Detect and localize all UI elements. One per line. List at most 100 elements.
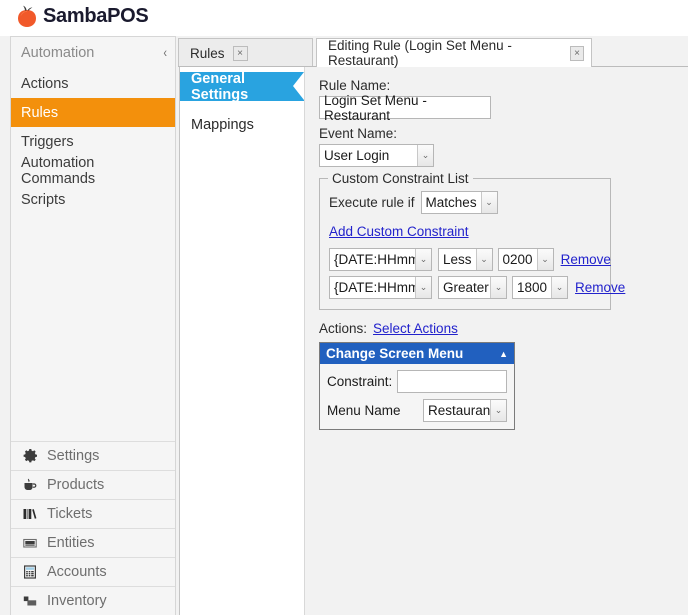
sidebar-section-title: Automation [21, 45, 95, 61]
constraint-operator-value: Less [443, 252, 472, 267]
app-logo: SambaPOS [16, 4, 149, 28]
sidebar-item-label: Scripts [21, 191, 66, 208]
sidebar-item-actions[interactable]: Actions [11, 69, 175, 98]
action-constraint-row: Constraint: [327, 370, 507, 393]
constraint-field-value: {DATE:HHmm} [334, 280, 415, 295]
constraint-value-dropdown[interactable]: 0200 ⌄ [497, 248, 554, 271]
sidebar-item-automation-commands[interactable]: Automation Commands [11, 154, 175, 187]
sidebar-item-scripts[interactable]: Scripts [11, 185, 175, 214]
sidebar-item-accounts[interactable]: Accounts [11, 557, 175, 586]
actions-label: Actions: [319, 321, 368, 336]
constraint-field-value: {DATE:HHmm} [334, 252, 415, 267]
remove-constraint-link[interactable]: Remove [575, 280, 625, 295]
remove-constraint-link[interactable]: Remove [561, 252, 611, 267]
sambapos-tomato-icon [16, 4, 38, 28]
boxes-icon [21, 592, 39, 610]
chevron-down-icon[interactable]: ⌄ [417, 145, 433, 166]
sidebar-nav-label: Products [47, 477, 105, 493]
rule-name-label: Rule Name: [319, 78, 391, 93]
actions-header-row: Actions: Select Actions [319, 321, 688, 336]
close-icon[interactable]: × [570, 45, 584, 61]
close-icon[interactable]: × [232, 45, 248, 61]
tab-label: Editing Rule (Login Set Menu - Restauran… [328, 38, 512, 68]
settings-nav-panel: General Settings Mappings [179, 67, 305, 615]
subnav-label: General Settings [191, 70, 249, 103]
chevron-down-icon[interactable]: ⌄ [536, 249, 553, 270]
action-menu-name-label: Menu Name [327, 403, 401, 418]
books-icon [21, 505, 39, 523]
tab-rules[interactable]: Rules × [178, 38, 313, 67]
group-title: Custom Constraint List [328, 171, 473, 186]
sidebar-item-label: Rules [21, 104, 59, 121]
select-actions-link[interactable]: Select Actions [373, 321, 458, 336]
chevron-down-icon[interactable]: ⌄ [415, 249, 431, 270]
coffee-cup-icon [21, 476, 39, 494]
execute-rule-row: Execute rule if Matches ⌄ [329, 191, 601, 214]
constraint-operator-dropdown[interactable]: Greater ⌄ [438, 276, 507, 299]
event-name-label: Event Name: [319, 126, 398, 141]
execute-rule-dropdown[interactable]: Matches ⌄ [420, 191, 498, 214]
app-window: SambaPOS Automation ‹ Actions Rules Trig… [0, 0, 688, 615]
action-constraint-input[interactable] [397, 370, 507, 393]
sidebar-item-tickets[interactable]: Tickets [11, 499, 175, 528]
event-name-value: User Login [324, 148, 390, 163]
action-menu-name-dropdown[interactable]: Restaurant ⌄ [423, 399, 507, 422]
constraint-value-text: 0200 [502, 252, 533, 267]
action-constraint-label: Constraint: [327, 374, 393, 389]
sidebar-item-label: Actions [21, 75, 69, 92]
event-name-dropdown[interactable]: User Login ⌄ [319, 144, 434, 167]
calculator-icon [21, 563, 39, 581]
chevron-up-icon[interactable]: ▲ [499, 349, 508, 359]
rule-name-value: Login Set Menu - Restaurant [324, 92, 427, 123]
tab-general-settings[interactable]: General Settings [180, 70, 304, 103]
sidebar-item-inventory[interactable]: Inventory [11, 586, 175, 615]
left-sidebar: Automation ‹ Actions Rules Triggers Auto… [10, 36, 176, 615]
sidebar-item-triggers[interactable]: Triggers [11, 127, 175, 156]
constraint-field-dropdown[interactable]: {DATE:HHmm} ⌄ [329, 248, 432, 271]
sidebar-nav-label: Accounts [47, 564, 107, 580]
constraint-row: {DATE:HHmm} ⌄ Less ⌄ 0200 ⌄ Remove [329, 248, 611, 271]
constraint-operator-dropdown[interactable]: Less ⌄ [438, 248, 493, 271]
chevron-down-icon[interactable]: ⌄ [551, 277, 568, 298]
chevron-left-icon[interactable]: ‹ [163, 46, 167, 61]
sidebar-nav-label: Tickets [47, 506, 93, 522]
app-title: SambaPOS [43, 5, 149, 27]
custom-constraint-list-group: Custom Constraint List Execute rule if M… [319, 171, 625, 310]
rule-name-input[interactable]: Login Set Menu - Restaurant [319, 93, 491, 123]
constraint-row: {DATE:HHmm} ⌄ Greater ⌄ 1800 ⌄ Remove [329, 276, 625, 299]
subnav-label: Mappings [191, 116, 254, 133]
sidebar-section-header: Automation ‹ [11, 37, 175, 69]
action-menu-name-value: Restaurant [428, 403, 490, 418]
tab-strip: Rules × Editing Rule (Login Set Menu - R… [178, 38, 688, 68]
tab-editing-rule[interactable]: Editing Rule (Login Set Menu - Restauran… [316, 38, 592, 68]
tab-mappings[interactable]: Mappings [180, 110, 304, 139]
sidebar-item-entities[interactable]: Entities [11, 528, 175, 557]
gear-icon [21, 447, 39, 465]
sidebar-item-rules[interactable]: Rules [11, 98, 175, 127]
action-menu-name-row: Menu Name Restaurant ⌄ [327, 399, 507, 422]
sidebar-item-label: Triggers [21, 133, 74, 150]
constraint-field-dropdown[interactable]: {DATE:HHmm} ⌄ [329, 276, 432, 299]
chevron-down-icon[interactable]: ⌄ [490, 400, 506, 421]
chevron-down-icon[interactable]: ⌄ [490, 277, 506, 298]
action-card-title: Change Screen Menu [326, 346, 464, 361]
action-card-body: Constraint: Menu Name Restaurant ⌄ [320, 364, 514, 429]
constraint-value-text: 1800 [517, 280, 548, 295]
chevron-down-icon[interactable]: ⌄ [475, 249, 492, 270]
constraint-value-dropdown[interactable]: 1800 ⌄ [512, 276, 569, 299]
sidebar-item-settings[interactable]: Settings [11, 441, 175, 470]
execute-rule-label: Execute rule if [329, 195, 415, 210]
sidebar-item-products[interactable]: Products [11, 470, 175, 499]
add-custom-constraint-link[interactable]: Add Custom Constraint [329, 224, 469, 239]
chevron-down-icon[interactable]: ⌄ [480, 192, 497, 213]
action-card-change-screen-menu: Change Screen Menu ▲ Constraint: Menu Na… [319, 342, 515, 430]
constraint-operator-value: Greater [443, 280, 489, 295]
app-header: SambaPOS [0, 0, 688, 36]
sidebar-nav-label: Inventory [47, 593, 107, 609]
sidebar-nav-label: Entities [47, 535, 95, 551]
chevron-down-icon[interactable]: ⌄ [415, 277, 431, 298]
sidebar-item-label: Automation Commands [21, 154, 96, 187]
action-card-header[interactable]: Change Screen Menu ▲ [320, 343, 514, 364]
sidebar-bottom-nav: Settings Products Tickets Entities Accou… [11, 441, 175, 615]
rule-editor-form: Rule Name: Login Set Menu - Restaurant E… [306, 67, 688, 615]
